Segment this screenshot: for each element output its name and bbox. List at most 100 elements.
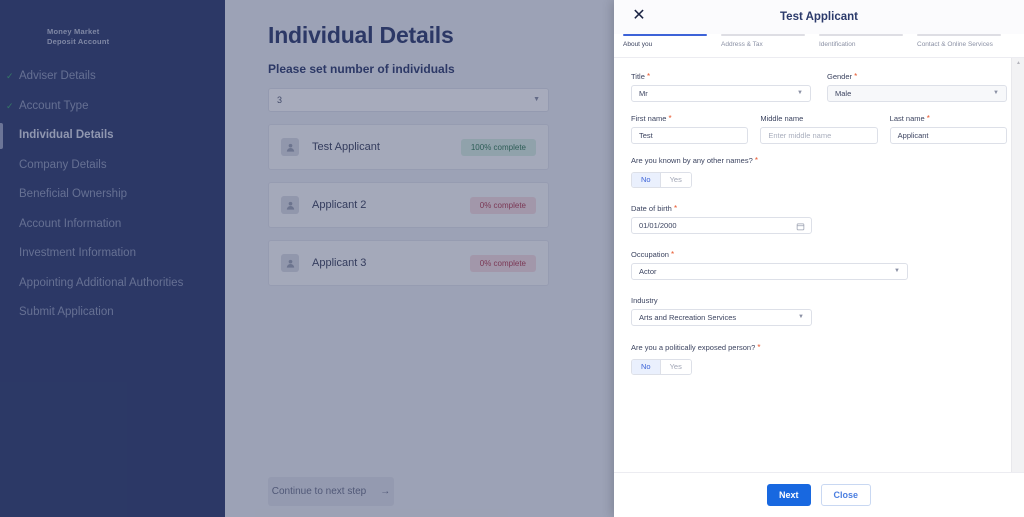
logo-line-2: Deposit Account: [47, 37, 110, 46]
other-names-label: Are you known by any other names? *: [631, 156, 1007, 165]
app-logo: Money Market Deposit Account: [47, 27, 109, 47]
sidebar-item-beneficial-ownership[interactable]: Beneficial Ownership: [0, 180, 225, 210]
gender-label-text: Gender: [827, 72, 853, 81]
last-name-label: Last name *: [890, 114, 1007, 123]
other-names-yes-option[interactable]: Yes: [660, 173, 691, 187]
sidebar-item-label: Individual Details: [19, 129, 114, 141]
dob-value: 01/01/2000: [639, 221, 677, 230]
list-item[interactable]: Applicant 2 0% complete: [268, 182, 549, 228]
last-name-label-text: Last name: [889, 114, 925, 123]
other-names-group: Are you known by any other names? * No Y…: [631, 156, 1007, 188]
tab-label: About you: [623, 41, 653, 48]
arrow-right-icon: →: [380, 486, 391, 497]
last-name-field-group: Last name * Applicant: [889, 114, 1007, 144]
list-item[interactable]: Applicant 3 0% complete: [268, 240, 549, 286]
other-names-no-option[interactable]: No: [632, 173, 661, 187]
sidebar-item-label: Submit Application: [19, 306, 114, 318]
sidebar-item-company-details[interactable]: Company Details: [0, 151, 225, 181]
sidebar-item-individual-details[interactable]: Individual Details: [0, 121, 225, 151]
sidebar-item-label: Adviser Details: [19, 70, 96, 82]
required-asterisk: *: [646, 72, 651, 81]
close-icon[interactable]: ✕: [629, 6, 649, 26]
middle-name-label-text: Middle name: [760, 114, 804, 123]
status-badge: 0% complete: [469, 254, 536, 272]
first-name-field-group: First name * Test: [631, 114, 749, 144]
sidebar-item-appointing-additional-authorities[interactable]: Appointing Additional Authorities: [0, 269, 225, 299]
continue-to-next-step-button[interactable]: Continue to next step →: [268, 477, 394, 506]
chevron-down-icon: ▼: [533, 96, 540, 103]
title-field-group: Title * Mr ▼: [631, 72, 811, 102]
dob-group: Date of birth * 01/01/2000: [631, 204, 1007, 234]
required-asterisk: *: [673, 204, 678, 213]
logo-line-1: Money Market: [47, 27, 100, 36]
sidebar-item-submit-application[interactable]: Submit Application: [0, 298, 225, 328]
other-names-label-text: Are you known by any other names?: [631, 156, 753, 165]
chevron-down-icon: ▼: [894, 268, 900, 274]
list-item[interactable]: Test Applicant 100% complete: [268, 124, 549, 170]
tab-about-you[interactable]: About you: [623, 34, 721, 57]
pep-group: Are you a politically exposed person? * …: [631, 343, 1007, 375]
occupation-group: Occupation * Actor ▼: [631, 250, 1007, 280]
tab-address-and-tax[interactable]: Address & Tax: [721, 34, 819, 57]
last-name-input[interactable]: Applicant: [889, 127, 1007, 144]
industry-label: Industry: [631, 296, 1007, 305]
sidebar-item-account-type[interactable]: ✓ Account Type: [0, 92, 225, 122]
tab-indicator: [721, 34, 805, 36]
scrollbar[interactable]: ▲: [1011, 58, 1024, 472]
occupation-value: Actor: [639, 267, 657, 276]
pep-yes-option[interactable]: Yes: [660, 360, 691, 374]
industry-select[interactable]: Arts and Recreation Services ▼: [631, 309, 812, 326]
modal-body: Title * Mr ▼ Gender * Male ▼ First name …: [614, 58, 1024, 472]
modal-tabs: About you Address & Tax Identification C…: [614, 34, 1024, 58]
first-name-label-text: First name: [631, 114, 667, 123]
required-asterisk: *: [668, 114, 672, 123]
gender-select[interactable]: Male ▼: [827, 85, 1007, 102]
required-asterisk: *: [754, 156, 758, 165]
title-select[interactable]: Mr ▼: [631, 85, 811, 102]
sidebar-item-investment-information[interactable]: Investment Information: [0, 239, 225, 269]
applicant-detail-modal: ✕ Test Applicant About you Address & Tax…: [614, 0, 1024, 517]
middle-name-input[interactable]: Enter middle name: [760, 127, 878, 144]
sidebar-item-label: Appointing Additional Authorities: [19, 276, 184, 289]
sidebar-item-account-information[interactable]: Account Information: [0, 210, 225, 240]
sidebar-item-label: Beneficial Ownership: [19, 188, 128, 200]
industry-group: Industry Arts and Recreation Services ▼: [631, 296, 1007, 326]
tab-identification[interactable]: Identification: [819, 34, 917, 57]
gender-label: Gender *: [827, 72, 1007, 81]
sidebar: Money Market Deposit Account ✓ Adviser D…: [0, 0, 225, 517]
first-name-label: First name *: [631, 114, 748, 123]
dob-label: Date of birth *: [631, 204, 1007, 213]
required-asterisk: *: [854, 72, 858, 81]
app-root: Money Market Deposit Account ✓ Adviser D…: [0, 0, 1024, 517]
pep-no-option[interactable]: No: [632, 360, 661, 374]
sidebar-item-label: Account Information: [19, 217, 122, 230]
first-name-input[interactable]: Test: [631, 127, 749, 144]
calendar-icon[interactable]: [796, 221, 805, 231]
sidebar-item-adviser-details[interactable]: ✓ Adviser Details: [0, 62, 225, 92]
tab-indicator: [917, 34, 1001, 36]
tab-contact-and-online-services[interactable]: Contact & Online Services: [917, 34, 1015, 57]
modal-header: ✕ Test Applicant: [614, 0, 1024, 34]
applicant-name: Test Applicant: [312, 141, 380, 153]
avatar: [281, 138, 299, 156]
industry-label-text: Industry: [631, 296, 658, 305]
sidebar-item-label: Investment Information: [19, 247, 136, 259]
name-row: First name * Test Middle name Enter midd…: [631, 114, 1007, 144]
other-names-toggle: No Yes: [631, 172, 692, 188]
next-button[interactable]: Next: [766, 484, 811, 506]
applicant-name: Applicant 3: [312, 257, 367, 269]
status-badge: 0% complete: [469, 196, 536, 214]
chevron-down-icon: ▼: [797, 90, 803, 96]
close-button[interactable]: Close: [820, 484, 872, 506]
required-asterisk: *: [671, 250, 675, 259]
check-icon: ✓: [6, 100, 14, 111]
scroll-up-arrow-icon[interactable]: ▲: [1015, 61, 1022, 66]
occupation-select[interactable]: Actor ▼: [631, 263, 908, 280]
date-of-birth-input[interactable]: 01/01/2000: [631, 217, 812, 234]
individuals-count-select[interactable]: 3 ▼: [268, 88, 549, 112]
individuals-count-value: 3: [277, 95, 283, 105]
modal-title: Test Applicant: [780, 11, 858, 23]
sidebar-nav: ✓ Adviser Details ✓ Account Type Individ…: [0, 62, 225, 328]
required-asterisk: *: [757, 343, 761, 352]
chevron-down-icon: ▼: [993, 90, 999, 96]
